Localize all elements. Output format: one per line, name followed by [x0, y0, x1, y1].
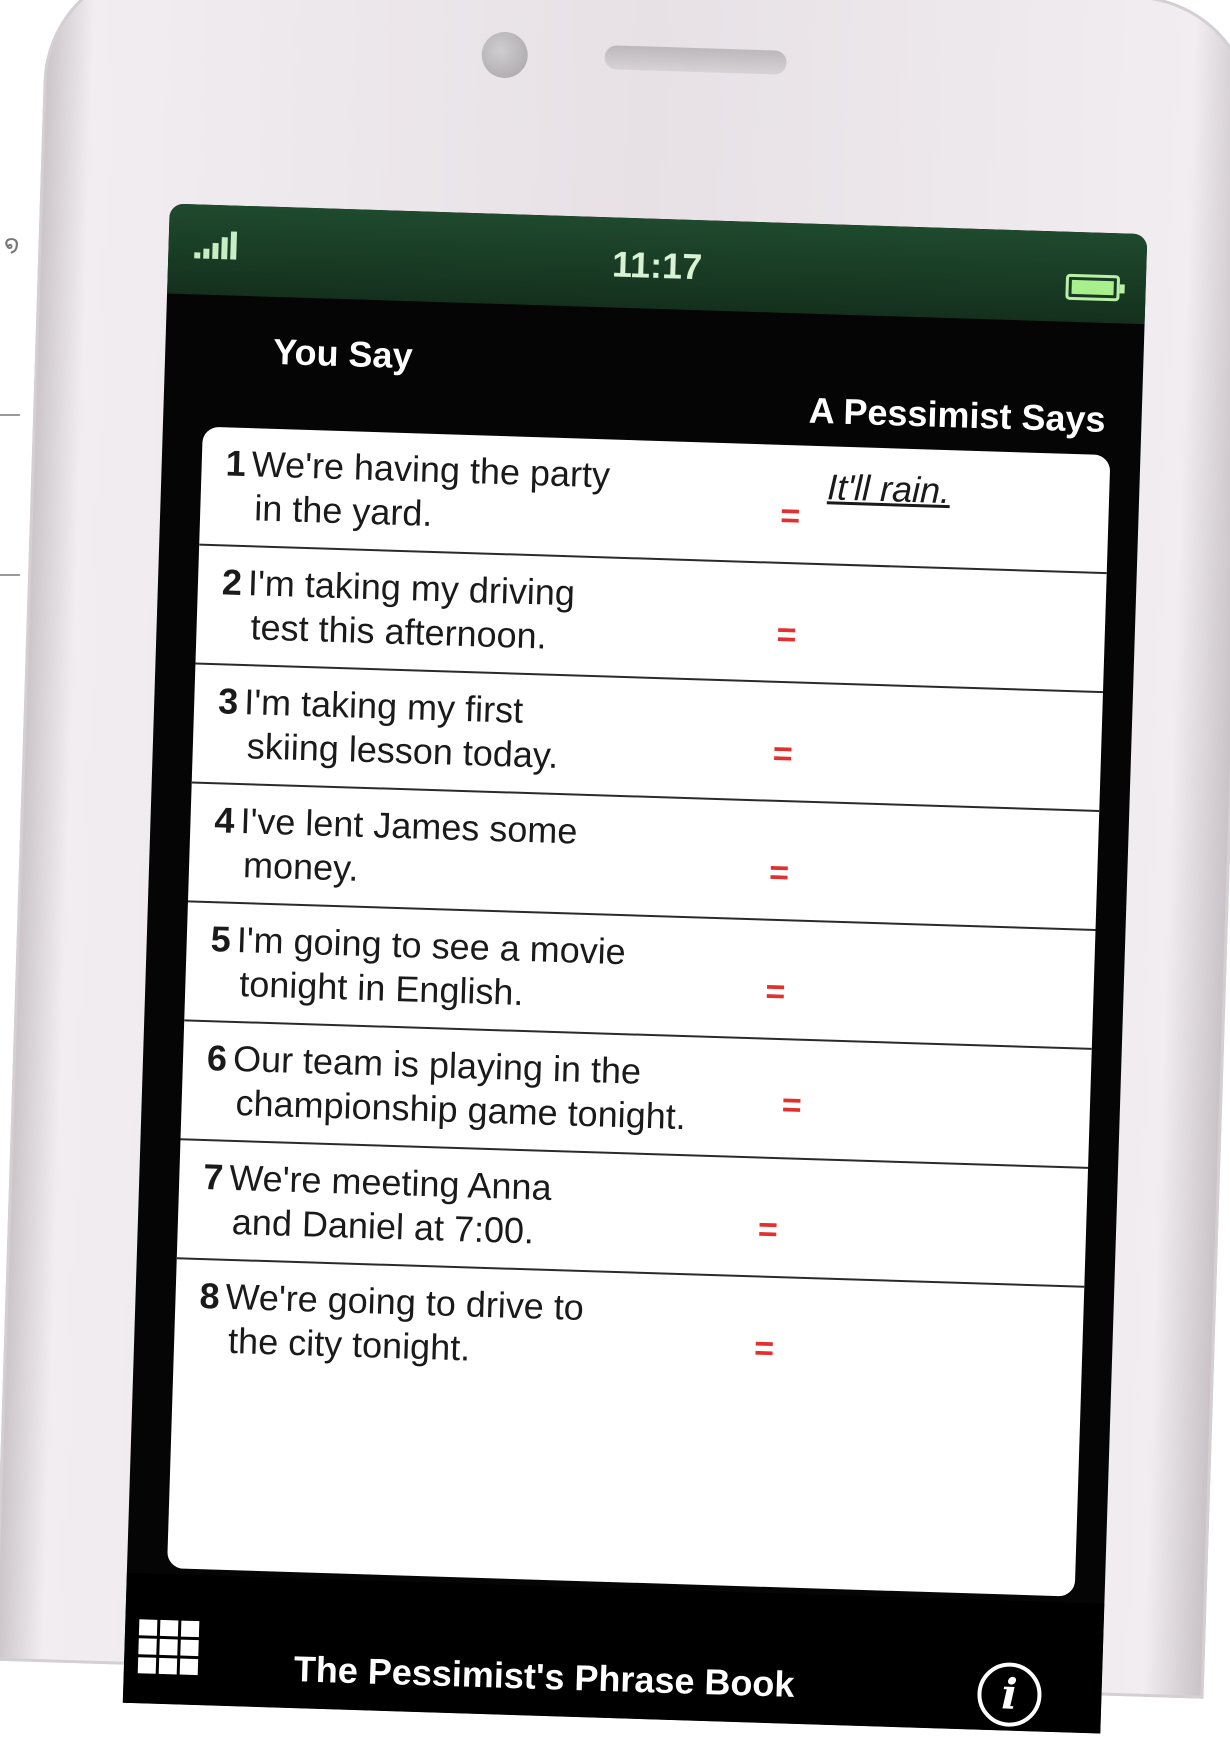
equals-sign: =: [757, 1210, 779, 1250]
phone-screen: 11:17 You Say A Pessimist Says 1 We're ha…: [122, 203, 1148, 1734]
equals-sign: =: [781, 1086, 803, 1125]
row-number: 7: [202, 1156, 225, 1198]
row-line: skiing lesson today.: [246, 725, 559, 776]
row-number: 1: [225, 442, 247, 485]
status-time: 11:17: [611, 243, 703, 288]
equals-sign: =: [764, 972, 786, 1012]
row-number: 5: [210, 918, 232, 960]
row-number: 8: [198, 1274, 221, 1317]
row-line: tonight in English.: [238, 963, 525, 1013]
row-line: and Daniel at 7:00.: [231, 1200, 535, 1252]
equals-sign: =: [768, 853, 790, 893]
row-phrase: 4 I've lent James some money.: [212, 798, 774, 904]
bottom-toolbar: The Pessimist's Phrase Book i: [122, 1572, 1105, 1734]
equals-sign: =: [779, 496, 801, 536]
row-line: test this afternoon.: [249, 606, 548, 657]
row-number: 3: [217, 680, 239, 722]
row-phrase: 2 I'm taking my driving test this afterno…: [220, 560, 782, 666]
row-phrase: 5 I'm going to see a movie tonight in Eng…: [209, 917, 771, 1023]
grid-menu-icon[interactable]: [137, 1619, 200, 1676]
swirl-mark-icon: ໑: [4, 231, 20, 258]
equals-sign: =: [776, 615, 798, 655]
page-rule: [0, 414, 20, 416]
earpiece-speaker: [604, 45, 787, 75]
app-title: The Pessimist's Phrase Book: [293, 1648, 796, 1705]
page-rule: [0, 574, 20, 576]
info-icon[interactable]: i: [976, 1661, 1043, 1728]
row-line: in the yard.: [253, 487, 434, 534]
row-number: 4: [213, 799, 236, 841]
row-line: We're meeting Anna: [228, 1156, 553, 1208]
battery-icon: [1065, 273, 1121, 302]
row-phrase: 3 I'm taking my first skiing lesson today…: [216, 679, 778, 785]
front-camera-icon: [481, 31, 529, 79]
row-line: I'm taking my first: [243, 681, 524, 731]
row-line: championship game tonight.: [235, 1082, 687, 1138]
equals-sign: =: [753, 1329, 775, 1369]
row-number: 6: [206, 1037, 228, 1079]
row-phrase: 6 Our team is playing in the championship…: [205, 1036, 767, 1142]
row-number: 2: [221, 561, 243, 603]
row-phrase: 8 We're going to drive to the city tonigh…: [198, 1274, 760, 1380]
phrase-list: 1 We're having the party in the yard. = I…: [167, 426, 1111, 1597]
equals-sign: =: [772, 734, 794, 774]
row-line: money.: [242, 844, 360, 889]
status-bar: 11:17: [167, 203, 1148, 325]
pessimist-says-header: A Pessimist Says: [808, 389, 1107, 441]
phone-body: 11:17 You Say A Pessimist Says 1 We're ha…: [0, 0, 1230, 1734]
row-phrase: 1 We're having the party in the yard.: [224, 441, 786, 547]
you-say-header: You Say: [272, 330, 414, 377]
row-phrase: 7 We're meeting Anna and Daniel at 7:00.: [201, 1155, 763, 1261]
answer-field[interactable]: It'll rain.: [827, 466, 951, 512]
row-line: the city tonight.: [227, 1319, 471, 1369]
